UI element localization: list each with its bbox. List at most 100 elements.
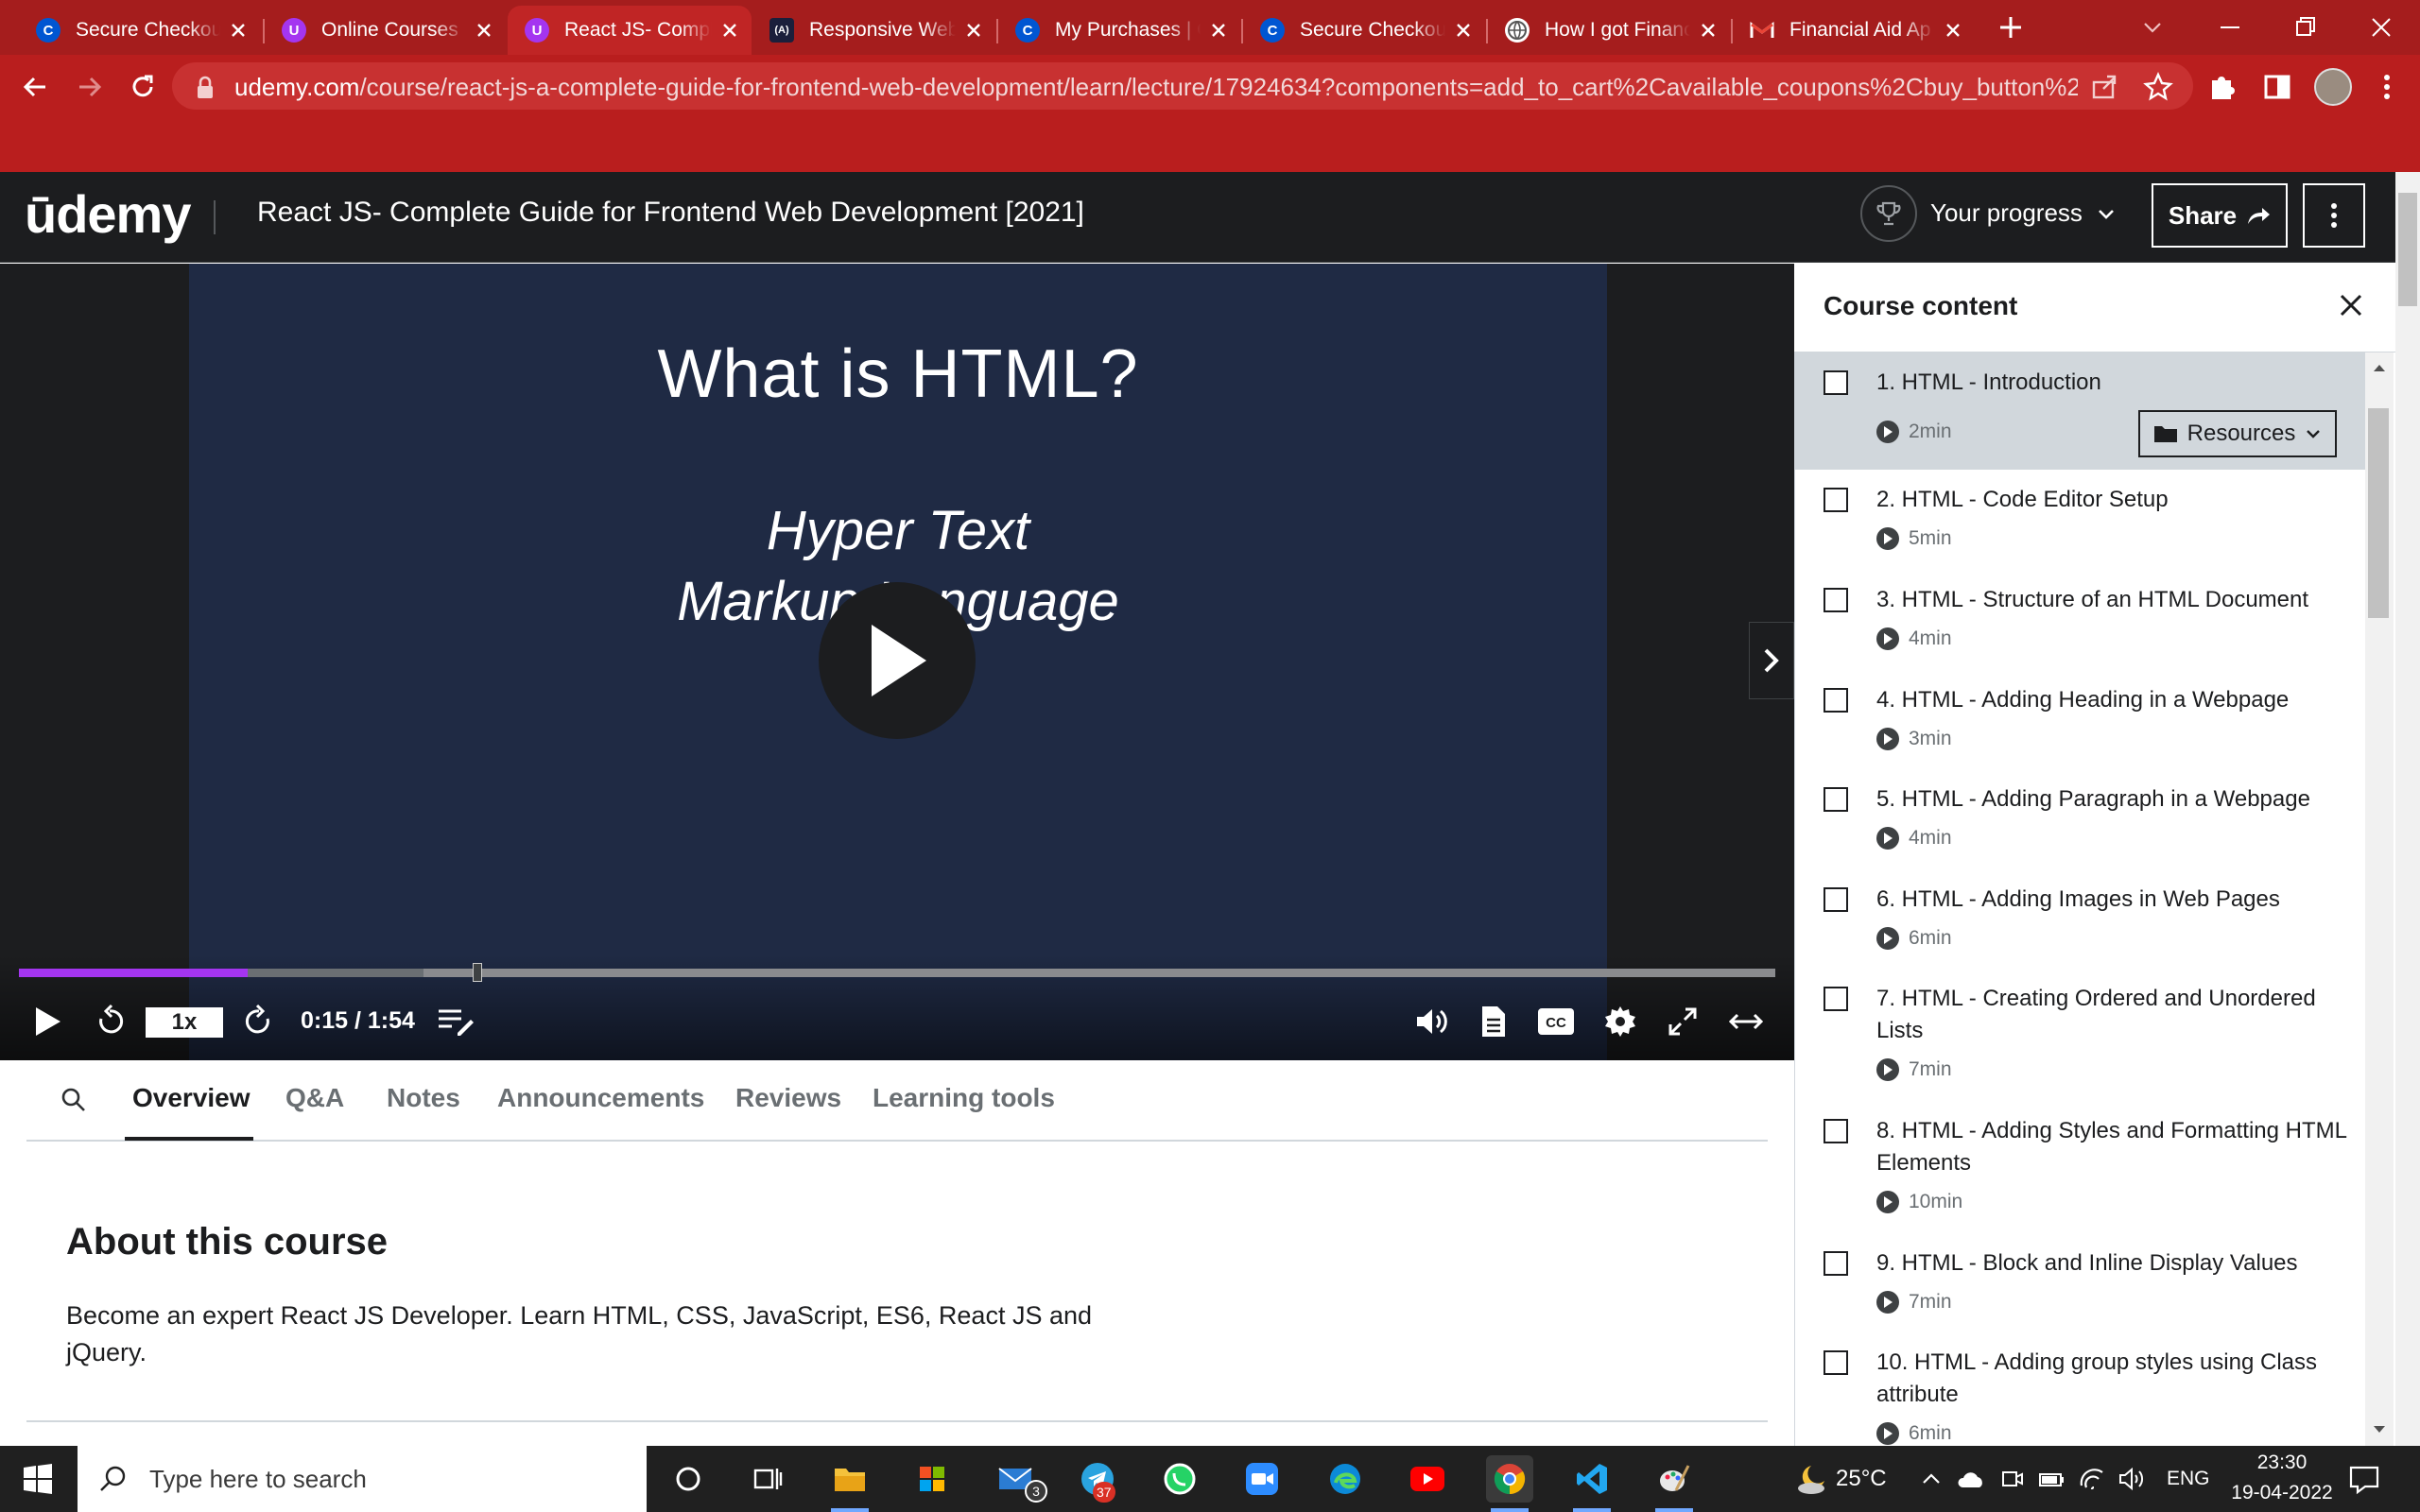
input-language[interactable]: ENG	[2167, 1468, 2210, 1490]
close-window-icon[interactable]	[2367, 13, 2395, 42]
minimize-icon[interactable]	[2216, 13, 2244, 42]
page-scrollbar-thumb[interactable]	[2398, 193, 2417, 306]
add-note-button[interactable]	[433, 1001, 478, 1042]
vscode-icon[interactable]	[1568, 1455, 1616, 1503]
youtube-icon[interactable]	[1404, 1455, 1451, 1503]
whatsapp-icon[interactable]	[1156, 1455, 1203, 1503]
close-tab-icon[interactable]	[228, 20, 249, 41]
seek-handle[interactable]	[473, 963, 482, 982]
tab-notes[interactable]: Notes	[387, 1083, 460, 1113]
profile-avatar[interactable]	[2314, 68, 2352, 106]
browser-tab[interactable]: How I got Financ	[1488, 6, 1730, 55]
close-tab-icon[interactable]	[963, 20, 984, 41]
course-title[interactable]: React JS- Complete Guide for Frontend We…	[257, 197, 1084, 229]
lecture-checkbox[interactable]	[1824, 787, 1848, 812]
settings-button[interactable]	[1599, 1001, 1641, 1042]
search-icon[interactable]	[59, 1085, 89, 1115]
speaker-icon[interactable]	[2118, 1467, 2146, 1491]
new-tab-icon[interactable]	[1996, 13, 2025, 42]
scroll-up-arrow-icon[interactable]	[2371, 361, 2388, 374]
browser-tab[interactable]: C Secure Checkout	[19, 6, 260, 55]
meet-now-icon[interactable]	[2000, 1467, 2025, 1491]
volume-button[interactable]	[1410, 1001, 1454, 1042]
url-text[interactable]: udemy.com/course/react-js-a-complete-gui…	[234, 70, 2078, 104]
tab-learning-tools[interactable]: Learning tools	[873, 1083, 1055, 1113]
extensions-puzzle-icon[interactable]	[2206, 71, 2238, 103]
play-button[interactable]	[26, 1001, 68, 1042]
scroll-down-arrow-icon[interactable]	[2371, 1423, 2388, 1436]
share-button[interactable]: Share	[2152, 183, 2288, 248]
forward-icon[interactable]	[74, 71, 106, 103]
page-scrollbar[interactable]	[2395, 172, 2420, 1446]
microsoft-store-icon[interactable]	[908, 1455, 956, 1503]
browser-tab[interactable]: C Secure Checkout	[1243, 6, 1485, 55]
cortana-icon[interactable]	[665, 1455, 712, 1503]
trophy-icon[interactable]	[1860, 185, 1917, 242]
progress-dropdown[interactable]: Your progress	[1930, 198, 2117, 228]
zoom-icon[interactable]	[1238, 1455, 1286, 1503]
tab-qa[interactable]: Q&A	[285, 1083, 344, 1113]
lock-icon[interactable]	[195, 76, 216, 100]
taskbar-clock[interactable]: 23:30 19-04-2022	[2225, 1448, 2339, 1508]
lecture-checkbox[interactable]	[1824, 588, 1848, 612]
close-tab-icon[interactable]	[1208, 20, 1229, 41]
reload-icon[interactable]	[127, 71, 159, 103]
big-play-button[interactable]	[819, 582, 976, 739]
tab-overview[interactable]: Overview	[132, 1083, 251, 1113]
close-tab-icon[interactable]	[1943, 20, 1963, 41]
onedrive-cloud-icon[interactable]	[1957, 1469, 1985, 1489]
lecture-checkbox[interactable]	[1824, 987, 1848, 1011]
windows-start-icon[interactable]	[23, 1464, 53, 1494]
close-tab-icon[interactable]	[1453, 20, 1474, 41]
lecture-checkbox[interactable]	[1824, 1350, 1848, 1375]
temperature[interactable]: 25°C	[1836, 1466, 1887, 1492]
task-view-icon[interactable]	[744, 1455, 791, 1503]
paint-icon[interactable]	[1651, 1455, 1698, 1503]
browser-tab[interactable]: (A) Responsive Web	[752, 6, 995, 55]
lecture-checkbox[interactable]	[1824, 887, 1848, 912]
close-tab-icon[interactable]	[1698, 20, 1719, 41]
wifi-icon[interactable]	[2078, 1467, 2106, 1491]
playback-speed-button[interactable]: 1x	[146, 1007, 223, 1038]
side-panel-icon[interactable]	[2261, 71, 2293, 103]
forward-5s-button[interactable]	[238, 1001, 280, 1042]
more-options-button[interactable]	[2303, 183, 2365, 248]
browser-tab[interactable]: Financial Aid Ap	[1733, 6, 1975, 55]
tab-announcements[interactable]: Announcements	[497, 1083, 704, 1113]
sidebar-scrollbar-thumb[interactable]	[2368, 408, 2389, 618]
lecture-item[interactable]: 10. HTML - Adding group styles using Cla…	[1824, 1347, 2353, 1446]
tab-search-chevron-icon[interactable]	[2140, 15, 2165, 40]
bookmark-star-icon[interactable]	[2142, 71, 2174, 103]
show-hidden-icons-chevron-icon[interactable]	[1921, 1470, 1942, 1487]
lecture-checkbox[interactable]	[1824, 688, 1848, 713]
udemy-logo[interactable]: ūdemy	[25, 183, 191, 249]
close-tab-icon[interactable]	[719, 20, 740, 41]
weather-moon-icon[interactable]	[1792, 1462, 1828, 1496]
taskbar-search-box[interactable]: Type here to search	[78, 1446, 647, 1512]
resources-button[interactable]: Resources	[2138, 410, 2337, 457]
battery-icon[interactable]	[2038, 1467, 2066, 1491]
close-tab-icon[interactable]	[474, 20, 494, 41]
close-sidebar-icon[interactable]	[2337, 291, 2365, 319]
restore-icon[interactable]	[2291, 13, 2320, 42]
back-icon[interactable]	[19, 71, 51, 103]
browser-tab[interactable]: U Online Courses	[265, 6, 506, 55]
rewind-5s-button[interactable]	[89, 1001, 130, 1042]
browser-menu-icon[interactable]	[2371, 71, 2403, 103]
file-explorer-icon[interactable]	[826, 1455, 873, 1503]
lecture-checkbox[interactable]	[1824, 1119, 1848, 1143]
tab-reviews[interactable]: Reviews	[735, 1083, 841, 1113]
lecture-checkbox[interactable]	[1824, 1251, 1848, 1276]
transcript-button[interactable]	[1473, 1001, 1514, 1042]
browser-tab-active[interactable]: U React JS- Complete	[508, 6, 752, 55]
share-page-icon[interactable]	[2089, 72, 2119, 102]
browser-tab[interactable]: C My Purchases | C	[998, 6, 1240, 55]
expand-width-button[interactable]	[1724, 1001, 1768, 1042]
fullscreen-button[interactable]	[1662, 1001, 1703, 1042]
chrome-icon[interactable]	[1486, 1455, 1533, 1503]
lecture-checkbox[interactable]	[1824, 488, 1848, 512]
next-lecture-button[interactable]	[1749, 622, 1794, 699]
notifications-icon[interactable]	[2348, 1465, 2380, 1495]
lecture-checkbox[interactable]	[1824, 370, 1848, 395]
captions-button[interactable]: CC	[1535, 1001, 1577, 1042]
